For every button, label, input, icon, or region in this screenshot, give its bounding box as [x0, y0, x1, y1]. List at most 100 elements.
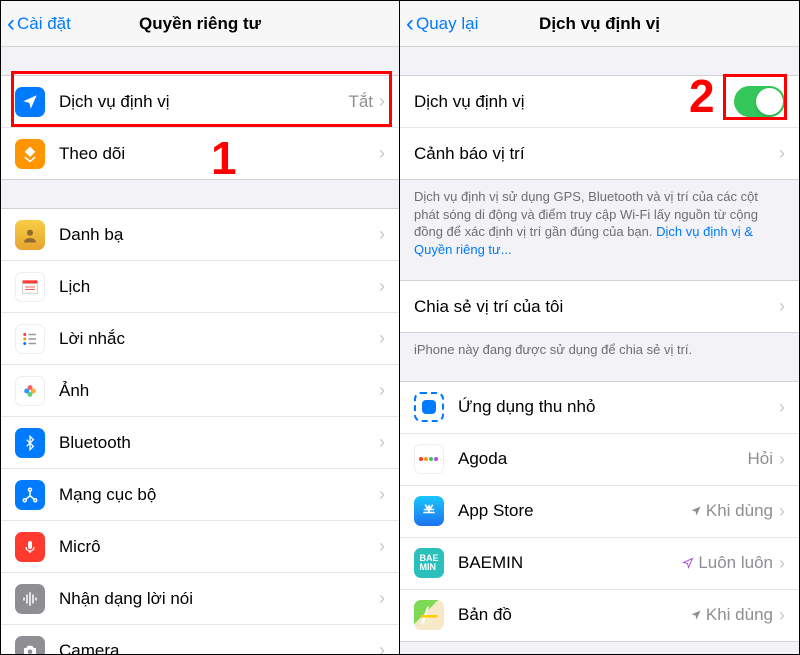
row-tracking[interactable]: Theo dõi › — [1, 128, 399, 180]
row-label: Danh bạ — [59, 225, 379, 245]
privacy-panel: ‹ Cài đặt Quyền riêng tư Dịch vụ định vị… — [1, 1, 400, 654]
chevron-right-icon: › — [379, 380, 385, 401]
row-value: Tắt — [348, 92, 373, 112]
chevron-right-icon: › — [379, 640, 385, 654]
row-value: Luôn luôn — [698, 553, 773, 573]
appclips-icon — [414, 392, 444, 422]
row-label: BAEMIN — [458, 553, 682, 573]
row-label: Bluetooth — [59, 433, 379, 453]
header: ‹ Quay lại Dịch vụ định vị — [400, 1, 799, 47]
header: ‹ Cài đặt Quyền riêng tư — [1, 1, 399, 47]
chevron-left-icon: ‹ — [406, 10, 414, 38]
row-bluetooth[interactable]: Bluetooth › — [1, 417, 399, 469]
row-label: Micrô — [59, 537, 379, 557]
chevron-right-icon: › — [379, 432, 385, 453]
row-agoda[interactable]: Agoda Hỏi › — [400, 434, 799, 486]
row-label: Camera — [59, 641, 379, 655]
row-label: Agoda — [458, 449, 747, 469]
row-label: Dịch vụ định vị — [59, 92, 348, 112]
chevron-right-icon: › — [779, 449, 785, 470]
photos-icon — [15, 376, 45, 406]
share-footer: iPhone này đang được sử dụng để chia sẻ … — [400, 333, 799, 367]
row-label: Chia sẻ vị trí của tôi — [414, 297, 779, 317]
back-label: Cài đặt — [17, 14, 71, 34]
row-label: Mạng cục bộ — [59, 485, 379, 505]
chevron-right-icon: › — [379, 328, 385, 349]
bluetooth-icon — [15, 428, 45, 458]
row-label: Lịch — [59, 277, 379, 297]
camera-icon — [15, 636, 45, 655]
chevron-right-icon: › — [379, 224, 385, 245]
row-location-alerts[interactable]: Cảnh báo vị trí › — [400, 128, 799, 180]
row-contacts[interactable]: Danh bạ › — [1, 209, 399, 261]
row-camera[interactable]: Camera › — [1, 625, 399, 654]
row-baemin[interactable]: BAEMIN BAEMIN Luôn luôn › — [400, 538, 799, 590]
row-value: Hỏi — [747, 449, 773, 469]
location-toggle[interactable] — [734, 86, 785, 117]
back-button[interactable]: ‹ Quay lại — [400, 10, 478, 38]
row-value: Khi dùng — [706, 501, 773, 521]
row-value: Khi dùng — [706, 605, 773, 625]
localnet-icon — [15, 480, 45, 510]
row-label: Dịch vụ định vị — [414, 92, 734, 112]
row-label: Cảnh báo vị trí — [414, 144, 779, 164]
chevron-right-icon: › — [379, 588, 385, 609]
row-maps[interactable]: Bản đồ Khi dùng › — [400, 590, 799, 642]
row-reminders[interactable]: Lời nhắc › — [1, 313, 399, 365]
appstore-icon — [414, 496, 444, 526]
row-label: Bản đồ — [458, 605, 690, 625]
speech-icon — [15, 584, 45, 614]
tracking-icon — [15, 139, 45, 169]
row-label: Ảnh — [59, 381, 379, 401]
reminders-icon — [15, 324, 45, 354]
row-speech[interactable]: Nhận dạng lời nói › — [1, 573, 399, 625]
description: Dịch vụ định vị sử dụng GPS, Bluetooth v… — [400, 180, 799, 266]
agoda-icon — [414, 444, 444, 474]
row-label: Nhận dạng lời nói — [59, 589, 379, 609]
row-calendar[interactable]: Lịch › — [1, 261, 399, 313]
chevron-right-icon: › — [379, 536, 385, 557]
chevron-right-icon: › — [379, 91, 385, 112]
row-photos[interactable]: Ảnh › — [1, 365, 399, 417]
content: Dịch vụ định vị Tắt › Theo dõi › Danh bạ… — [1, 47, 399, 654]
maps-icon — [414, 600, 444, 630]
chevron-right-icon: › — [779, 296, 785, 317]
baemin-icon: BAEMIN — [414, 548, 444, 578]
group-service: Dịch vụ định vị Cảnh báo vị trí › — [400, 75, 799, 180]
chevron-left-icon: ‹ — [7, 10, 15, 38]
chevron-right-icon: › — [779, 143, 785, 164]
row-location-toggle: Dịch vụ định vị — [400, 76, 799, 128]
location-arrow-icon — [682, 557, 694, 569]
chevron-right-icon: › — [379, 484, 385, 505]
chevron-right-icon: › — [779, 553, 785, 574]
calendar-icon — [15, 272, 45, 302]
row-label: Ứng dụng thu nhỏ — [458, 397, 779, 417]
chevron-right-icon: › — [379, 143, 385, 164]
row-appstore[interactable]: App Store Khi dùng › — [400, 486, 799, 538]
location-services-panel: ‹ Quay lại Dịch vụ định vị Dịch vụ định … — [400, 1, 799, 654]
row-app-clips[interactable]: Ứng dụng thu nhỏ › — [400, 382, 799, 434]
group-location: Dịch vụ định vị Tắt › Theo dõi › — [1, 75, 399, 180]
mic-icon — [15, 532, 45, 562]
group-share: Chia sẻ vị trí của tôi › — [400, 280, 799, 333]
chevron-right-icon: › — [379, 276, 385, 297]
group-apps: Danh bạ › Lịch › Lời nhắc › — [1, 208, 399, 654]
row-label: Theo dõi — [59, 144, 379, 164]
back-button[interactable]: ‹ Cài đặt — [1, 10, 71, 38]
content: Dịch vụ định vị Cảnh báo vị trí › Dịch v… — [400, 47, 799, 654]
chevron-right-icon: › — [779, 501, 785, 522]
location-arrow-icon — [690, 609, 702, 621]
location-icon — [15, 87, 45, 117]
location-arrow-icon — [690, 505, 702, 517]
back-label: Quay lại — [416, 14, 478, 34]
contacts-icon — [15, 220, 45, 250]
row-label: Lời nhắc — [59, 329, 379, 349]
group-apps: Ứng dụng thu nhỏ › Agoda Hỏi › App Store… — [400, 381, 799, 642]
row-share-location[interactable]: Chia sẻ vị trí của tôi › — [400, 281, 799, 333]
chevron-right-icon: › — [779, 605, 785, 626]
chevron-right-icon: › — [779, 397, 785, 418]
row-local-network[interactable]: Mạng cục bộ › — [1, 469, 399, 521]
row-location-services[interactable]: Dịch vụ định vị Tắt › — [1, 76, 399, 128]
row-microphone[interactable]: Micrô › — [1, 521, 399, 573]
row-label: App Store — [458, 501, 690, 521]
